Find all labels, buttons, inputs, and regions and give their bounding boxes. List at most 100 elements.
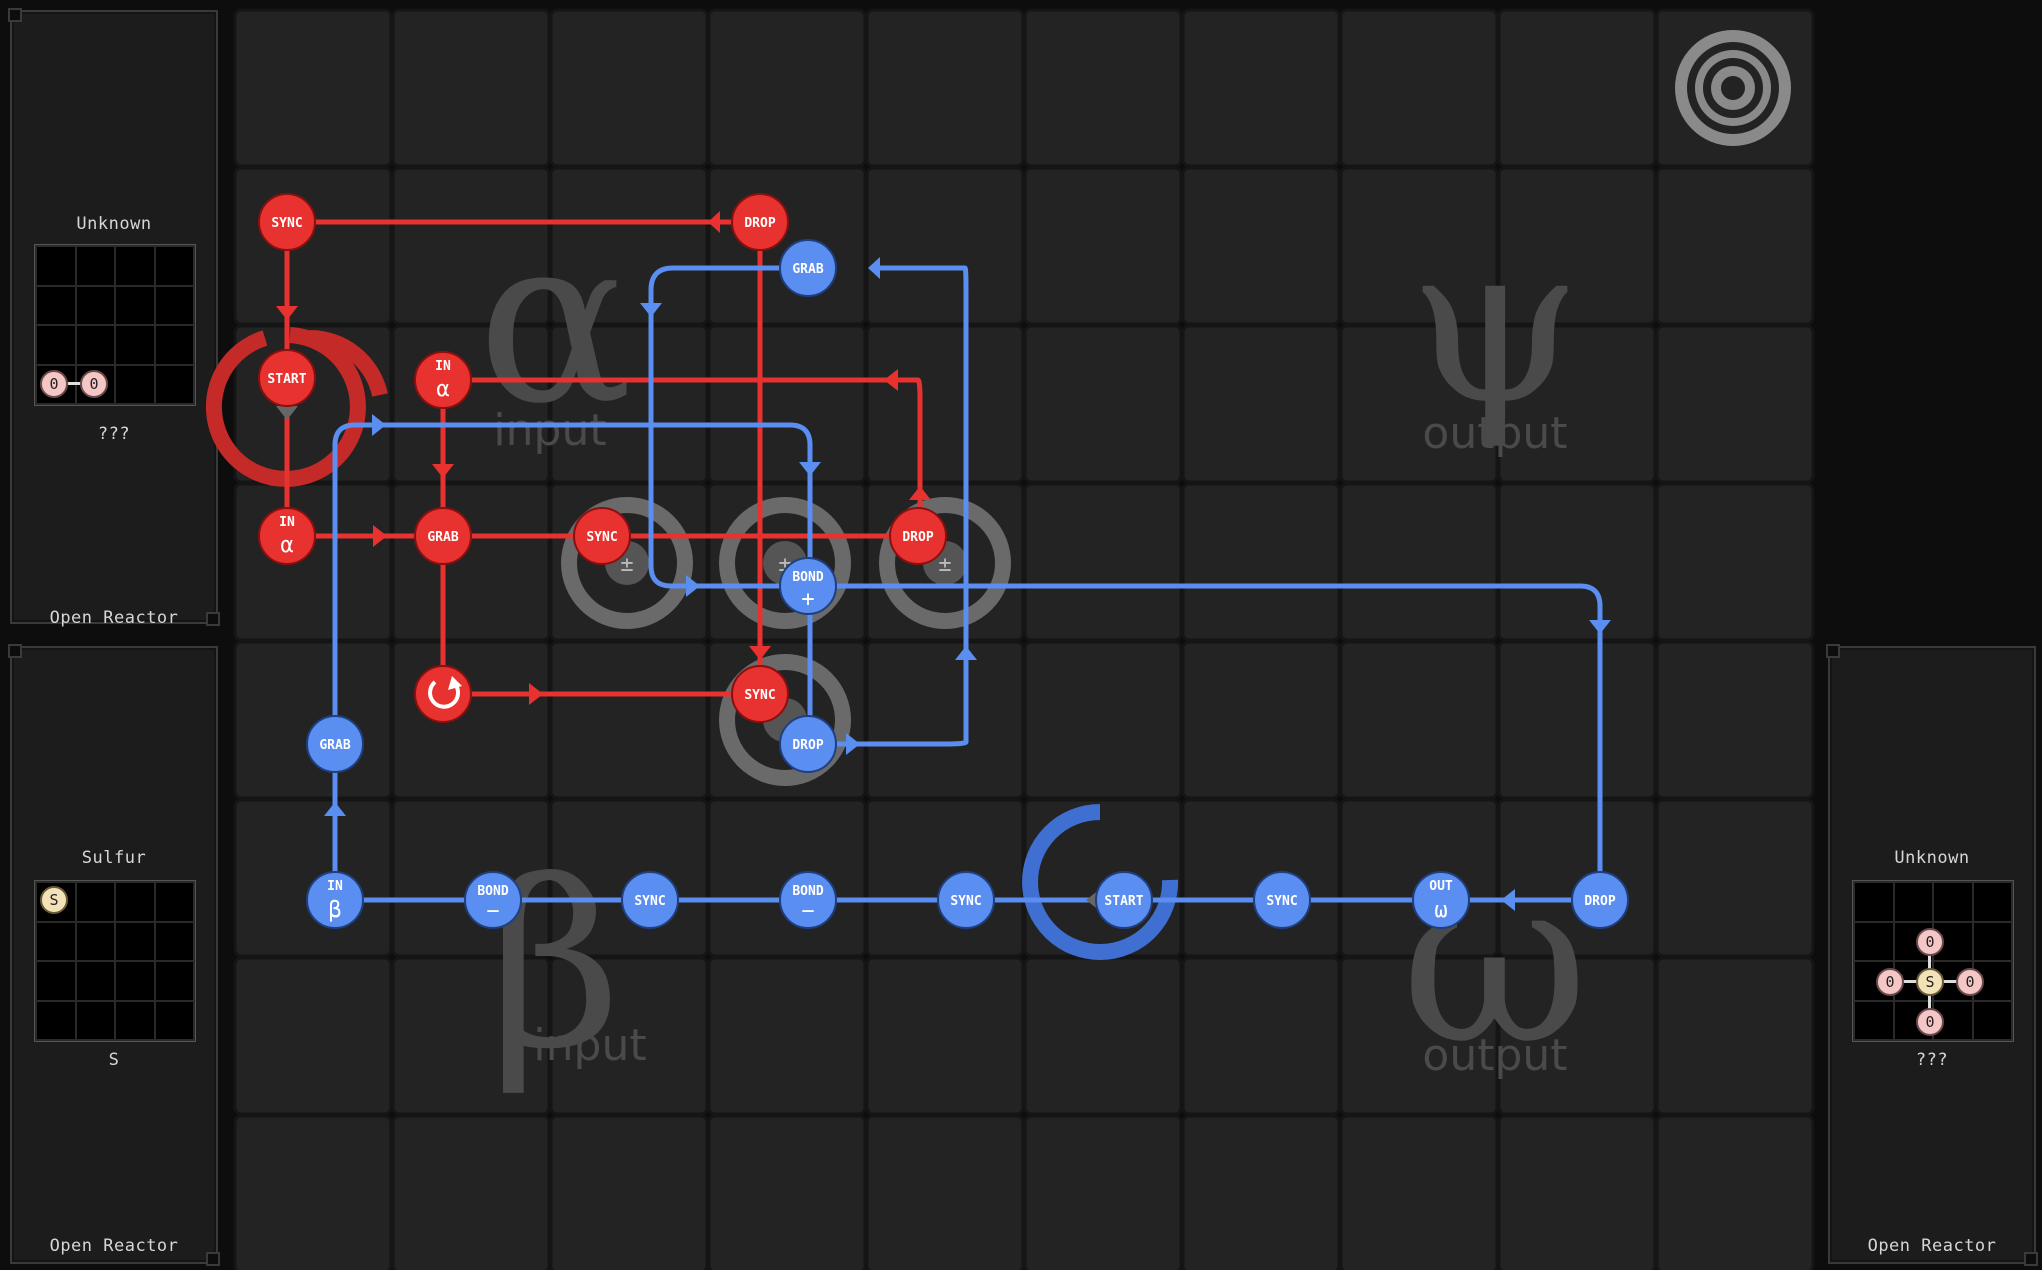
blue-sync-instruction[interactable]: SYNC [937,871,995,929]
grid-cell[interactable] [865,166,1025,326]
grid-cell[interactable] [1339,1114,1499,1270]
svg-text:START: START [267,372,306,387]
grid-cell[interactable] [1655,956,1815,1116]
grid-cell[interactable] [865,640,1025,800]
grid-cell[interactable] [1023,166,1183,326]
grid-cell[interactable] [1023,956,1183,1116]
grid-cell[interactable] [1497,1114,1657,1270]
svg-text:GRAB: GRAB [792,262,823,277]
grid-cell[interactable] [1655,798,1815,958]
grid-cell[interactable] [233,956,393,1116]
blue-grab-instruction[interactable]: GRAB [779,239,837,297]
omega-region-label: output [1422,1030,1567,1081]
grid-cell[interactable] [1655,1114,1815,1270]
grid-cell[interactable] [707,1114,867,1270]
alpha-region-label: input [493,405,606,456]
rotate-icon[interactable] [414,665,472,723]
grid-cell[interactable] [233,324,393,484]
grid-cell[interactable] [391,8,551,168]
grid-cell[interactable] [1339,8,1499,168]
svg-text:SYNC: SYNC [586,530,617,545]
grid-cell[interactable] [233,640,393,800]
grid-cell[interactable] [1497,640,1657,800]
grid-cell[interactable] [1339,640,1499,800]
blue-start-instruction[interactable]: START [1095,871,1153,929]
svg-text:GRAB: GRAB [427,530,458,545]
red-input-alpha-instruction[interactable]: IN α [258,507,316,565]
grid-cell[interactable] [1497,8,1657,168]
grid-cell[interactable] [1181,166,1341,326]
grid-cell[interactable] [707,8,867,168]
blue-drop-instruction[interactable]: DROP [779,715,837,773]
blue-sync-instruction[interactable]: SYNC [1253,871,1311,929]
grid-cell[interactable] [1181,640,1341,800]
svg-text:SYNC: SYNC [634,894,665,909]
svg-text:OUT: OUT [1429,879,1453,894]
grid-cell[interactable] [233,166,393,326]
grid-cell[interactable] [865,1114,1025,1270]
svg-text:α: α [436,377,449,402]
grid-cell[interactable] [233,8,393,168]
grid-cell[interactable] [1655,482,1815,642]
grid-cell[interactable] [707,956,867,1116]
grid-cell[interactable] [549,1114,709,1270]
grid-cell[interactable] [707,798,867,958]
grid-cell[interactable] [865,8,1025,168]
blue-drop-instruction[interactable]: DROP [1571,871,1629,929]
grid-cell[interactable] [1181,324,1341,484]
grid-cell[interactable] [1023,640,1183,800]
grid-cell[interactable] [1497,482,1657,642]
grid-cell[interactable] [1181,482,1341,642]
red-grab-instruction[interactable]: GRAB [414,507,472,565]
blue-grab-instruction[interactable]: GRAB [306,715,364,773]
grid-cell[interactable] [1023,8,1183,168]
red-drop-instruction[interactable]: DROP [731,193,789,251]
grid-cell[interactable] [1023,324,1183,484]
red-drop-instruction[interactable]: DROP [889,507,947,565]
grid-cell[interactable] [391,482,551,642]
grid-cell[interactable] [1023,1114,1183,1270]
grid-cell[interactable] [865,324,1025,484]
grid-cell[interactable] [865,956,1025,1116]
grid-cell[interactable] [233,1114,393,1270]
grid-cell[interactable] [1181,798,1341,958]
grid-cell[interactable] [707,324,867,484]
grid-cell[interactable] [549,640,709,800]
red-sync-instruction[interactable]: SYNC [731,665,789,723]
svg-text:DROP: DROP [1584,894,1615,909]
grid-cell[interactable] [1181,1114,1341,1270]
red-sync-instruction[interactable]: SYNC [573,507,631,565]
grid-cell[interactable] [1181,8,1341,168]
grid-cell[interactable] [865,798,1025,958]
red-sync-instruction[interactable]: SYNC [258,193,316,251]
blue-bond-plus-instruction[interactable]: BOND + [779,557,837,615]
blue-sync-instruction[interactable]: SYNC [621,871,679,929]
svg-text:SYNC: SYNC [950,894,981,909]
grid-cell[interactable] [1655,324,1815,484]
grid-cell[interactable] [391,1114,551,1270]
svg-text:DROP: DROP [792,738,823,753]
reactor-board[interactable]: .cell { fill:#232323; stroke:#151515; st… [0,0,2042,1270]
grid-cell[interactable] [391,640,551,800]
grid-cell[interactable] [233,798,393,958]
svg-text:ω: ω [1434,898,1447,923]
sensor-icon[interactable] [1675,30,1791,146]
grid-cell[interactable] [1339,482,1499,642]
grid-cell[interactable] [707,166,867,326]
blue-bond-minus-instruction[interactable]: BOND− [464,871,522,929]
red-input-alpha-instruction[interactable]: IN α [414,351,472,409]
svg-text:DROP: DROP [902,530,933,545]
red-start-instruction[interactable]: START [258,349,316,407]
beta-region-label: input [533,1020,646,1071]
svg-text:START: START [1104,894,1143,909]
blue-input-beta-instruction[interactable]: IN β [306,871,364,929]
grid-cell[interactable] [1181,956,1341,1116]
grid-cell[interactable] [1655,166,1815,326]
grid-cell[interactable] [549,8,709,168]
blue-bond-minus-instruction[interactable]: BOND− [779,871,837,929]
grid-cell[interactable] [1655,640,1815,800]
grid-cell[interactable] [233,482,393,642]
grid-cell[interactable] [1023,482,1183,642]
blue-output-omega-instruction[interactable]: OUT ω [1412,871,1470,929]
svg-text:−: − [801,899,814,924]
